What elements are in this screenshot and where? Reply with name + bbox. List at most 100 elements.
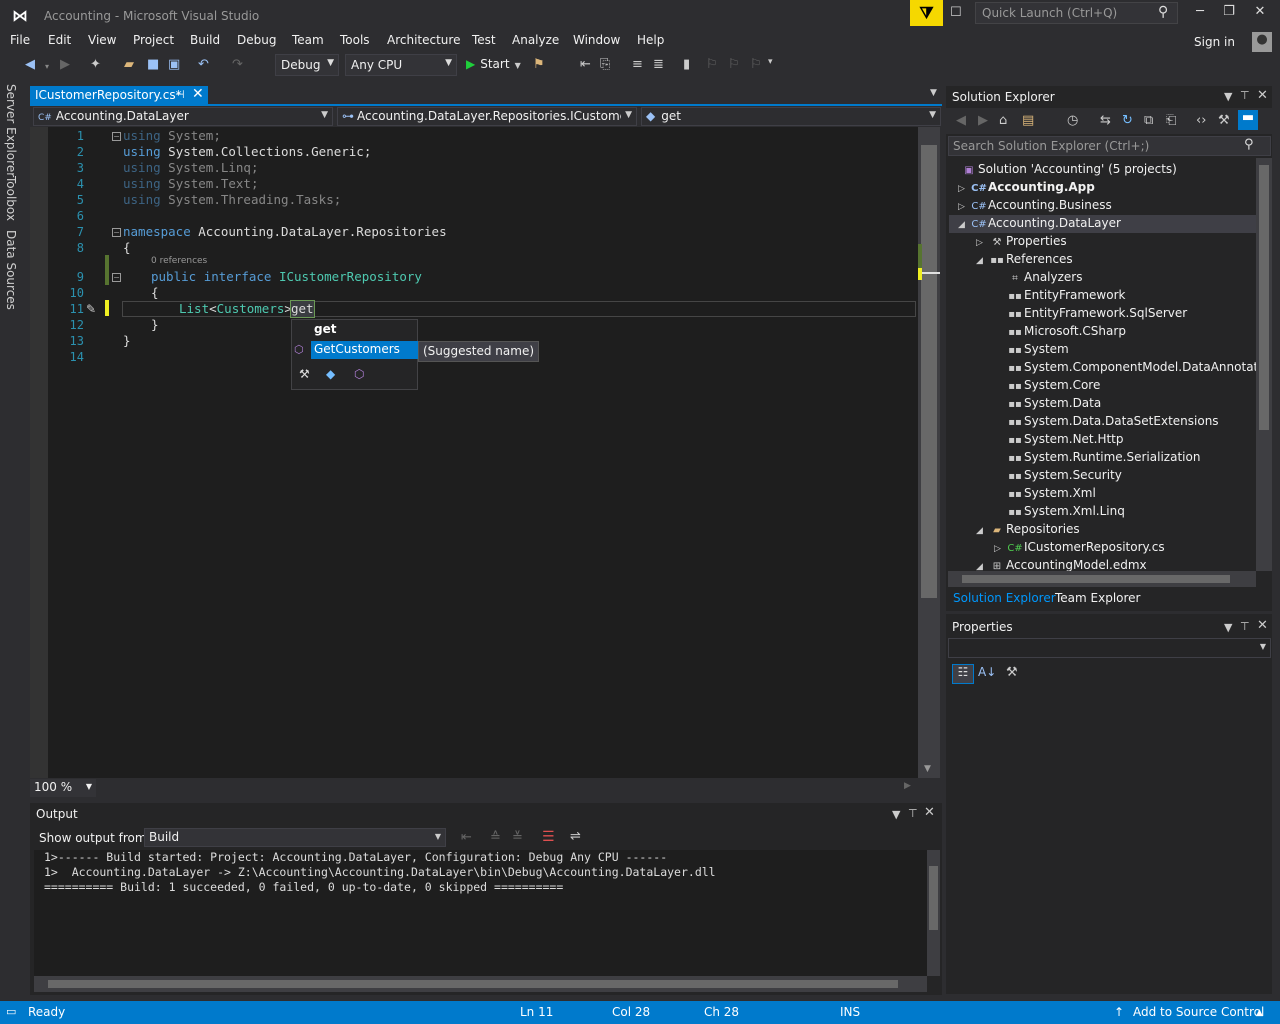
collapse-all-icon[interactable]: ⧉ <box>1144 113 1153 128</box>
quick-actions-icon[interactable]: ✎ <box>86 302 96 316</box>
property-pages-icon[interactable]: ⚒ <box>1006 665 1018 680</box>
sign-in-link[interactable]: Sign in <box>1194 35 1235 49</box>
solution-tree-hscroll-thumb[interactable] <box>962 575 1230 583</box>
menu-debug[interactable]: Debug <box>237 33 276 47</box>
next-bookmark-icon[interactable]: ⚐ <box>728 57 740 72</box>
close-icon[interactable]: ✕ <box>1257 618 1268 633</box>
pin-icon[interactable]: ⊤ <box>1240 89 1250 102</box>
tab-solution-explorer[interactable]: Solution Explorer <box>948 588 1061 609</box>
codelens-references[interactable]: 0 references <box>151 256 207 266</box>
output-hscroll-thumb[interactable] <box>48 980 898 988</box>
tree-node-folder[interactable]: ◢ ▪▪ References <box>976 250 1073 268</box>
uncomment-icon[interactable]: ≣ <box>653 57 664 72</box>
chevron-up-icon[interactable]: ▲ <box>1256 1008 1263 1018</box>
tree-node-project[interactable]: ▷ C#Accounting.App <box>958 178 1095 196</box>
search-icon[interactable]: ⚲ <box>1244 137 1254 152</box>
restore-button[interactable]: ❐ <box>1214 4 1244 24</box>
bookmark-icon[interactable]: ▮ <box>683 57 690 72</box>
member-nav-dropdown[interactable]: ◆ get ▼ <box>641 107 941 126</box>
menu-help[interactable]: Help <box>637 33 664 47</box>
collapse-icon[interactable]: − <box>112 132 121 141</box>
tree-node-reference[interactable]: ▪▪ System.Net.Http <box>1006 430 1123 448</box>
pin-icon[interactable]: ⊤ <box>1240 620 1250 633</box>
step-icon[interactable]: ⇤ <box>580 57 591 72</box>
completion-item-typed[interactable]: get <box>314 322 336 336</box>
tree-node-reference[interactable]: ▪▪ System.Core <box>1006 376 1100 394</box>
close-tab-icon[interactable]: ✕ <box>192 86 204 102</box>
tab-data-sources[interactable]: Data Sources <box>4 230 18 310</box>
tree-node-reference[interactable]: ▪▪ System <box>1006 340 1069 358</box>
tab-list-dropdown-icon[interactable]: ▼ <box>930 88 937 98</box>
tree-node-file[interactable]: ◢ ⊞ AccountingModel.edmx <box>976 556 1147 571</box>
next-message-icon[interactable]: ≚ <box>512 830 523 845</box>
pending-changes-icon[interactable]: ◷ <box>1067 113 1078 128</box>
panel-menu-icon[interactable]: ▼ <box>892 808 900 821</box>
typed-identifier[interactable]: get <box>290 300 315 318</box>
tree-node-reference[interactable]: ▪▪ EntityFramework <box>1006 286 1125 304</box>
back-dropdown-icon[interactable]: ▾ <box>45 62 49 71</box>
close-icon[interactable]: ✕ <box>924 805 935 820</box>
tab-team-explorer[interactable]: Team Explorer <box>1050 588 1146 609</box>
undo-icon[interactable]: ↶ <box>198 57 209 72</box>
forward-icon[interactable]: ▶ <box>978 113 988 128</box>
scroll-right-icon[interactable]: ▶ <box>904 781 911 791</box>
tree-node-reference[interactable]: ▪▪ EntityFramework.SqlServer <box>1006 304 1187 322</box>
tree-node-project[interactable]: ◢ C#Accounting.DataLayer <box>958 214 1121 232</box>
preview-selected-icon[interactable]: ▬ <box>1238 110 1258 130</box>
menu-team[interactable]: Team <box>292 33 324 47</box>
word-wrap-icon[interactable]: ⇌ <box>570 829 581 844</box>
tree-node-solution[interactable]: ▣ Solution 'Accounting' (5 projects) <box>960 160 1177 178</box>
clear-bookmarks-icon[interactable]: ⚐ <box>750 57 762 72</box>
editor-horizontal-scrollbar[interactable] <box>96 779 918 797</box>
notifications-icon[interactable]: ⧩ <box>910 0 943 26</box>
tree-node-project[interactable]: ▷ C#Accounting.Business <box>958 196 1112 214</box>
menu-window[interactable]: Window <box>573 33 620 47</box>
view-code-icon[interactable]: ‹› <box>1196 113 1206 128</box>
menu-test[interactable]: Test <box>472 33 496 47</box>
tree-node-folder[interactable]: ◢ ▰ Repositories <box>976 520 1080 538</box>
menu-tools[interactable]: Tools <box>340 33 370 47</box>
prev-bookmark-icon[interactable]: ⚐ <box>706 57 718 72</box>
tree-node-folder[interactable]: ▷ ⚒ Properties <box>976 232 1067 250</box>
output-source-dropdown[interactable]: Build ▼ <box>144 828 446 847</box>
menu-project[interactable]: Project <box>133 33 174 47</box>
tree-node-reference[interactable]: ▪▪ System.Xml.Linq <box>1006 502 1125 520</box>
output-scroll-thumb[interactable] <box>929 866 938 930</box>
panel-menu-icon[interactable]: ▼ <box>1224 90 1232 103</box>
clear-all-icon[interactable]: ☰ <box>542 829 555 845</box>
tree-node-reference[interactable]: ⌗ Analyzers <box>1006 268 1082 286</box>
save-icon[interactable]: ■ <box>147 57 159 72</box>
find-icon[interactable]: ⎘ <box>600 57 610 72</box>
comment-icon[interactable]: ≡ <box>632 57 643 72</box>
tree-node-reference[interactable]: ▪▪System.ComponentModel.DataAnnotations <box>1006 358 1256 376</box>
configuration-dropdown[interactable]: Debug ▼ <box>275 54 339 76</box>
tab-toolbox[interactable]: Toolbox <box>4 176 18 221</box>
panel-menu-icon[interactable]: ▼ <box>1224 621 1232 634</box>
forward-icon[interactable]: ▶ <box>60 57 70 72</box>
browse-icon[interactable]: ⚑ <box>533 57 545 72</box>
refresh-icon[interactable]: ↻ <box>1122 113 1133 128</box>
method-filter-icon[interactable]: ⬡ <box>354 367 364 381</box>
menu-edit[interactable]: Edit <box>48 33 71 47</box>
tree-node-reference[interactable]: ▪▪ System.Data.DataSetExtensions <box>1006 412 1218 430</box>
properties-icon[interactable]: ⚒ <box>1218 113 1230 128</box>
solution-explorer-search[interactable]: Search Solution Explorer (Ctrl+;) <box>948 136 1271 156</box>
pin-icon[interactable]: ⊣ <box>175 88 185 101</box>
tree-node-reference[interactable]: ▪▪ System.Data <box>1006 394 1101 412</box>
collapse-icon[interactable]: − <box>112 273 121 282</box>
tree-node-reference[interactable]: ▪▪ System.Security <box>1006 466 1122 484</box>
find-message-icon[interactable]: ⇤ <box>461 830 472 845</box>
type-nav-dropdown[interactable]: ⊶ Accounting.DataLayer.Repositories.ICust… <box>337 107 637 126</box>
pin-icon[interactable]: ⊤ <box>908 807 918 820</box>
back-icon[interactable]: ◀ <box>25 57 35 72</box>
tab-server-explorer[interactable]: Server Explorer <box>4 84 18 177</box>
new-project-icon[interactable]: ✦ <box>90 57 101 72</box>
tree-node-reference[interactable]: ▪▪ System.Xml <box>1006 484 1096 502</box>
back-icon[interactable]: ◀ <box>956 113 966 128</box>
switch-views-icon[interactable]: ▤ <box>1022 113 1034 128</box>
tree-node-reference[interactable]: ▪▪ System.Runtime.Serialization <box>1006 448 1200 466</box>
properties-object-dropdown[interactable]: ▼ <box>948 638 1271 658</box>
project-nav-dropdown[interactable]: C# Accounting.DataLayer ▼ <box>33 107 333 126</box>
menu-analyze[interactable]: Analyze <box>512 33 559 47</box>
toolbar-overflow-icon[interactable]: ▾ <box>768 57 773 67</box>
